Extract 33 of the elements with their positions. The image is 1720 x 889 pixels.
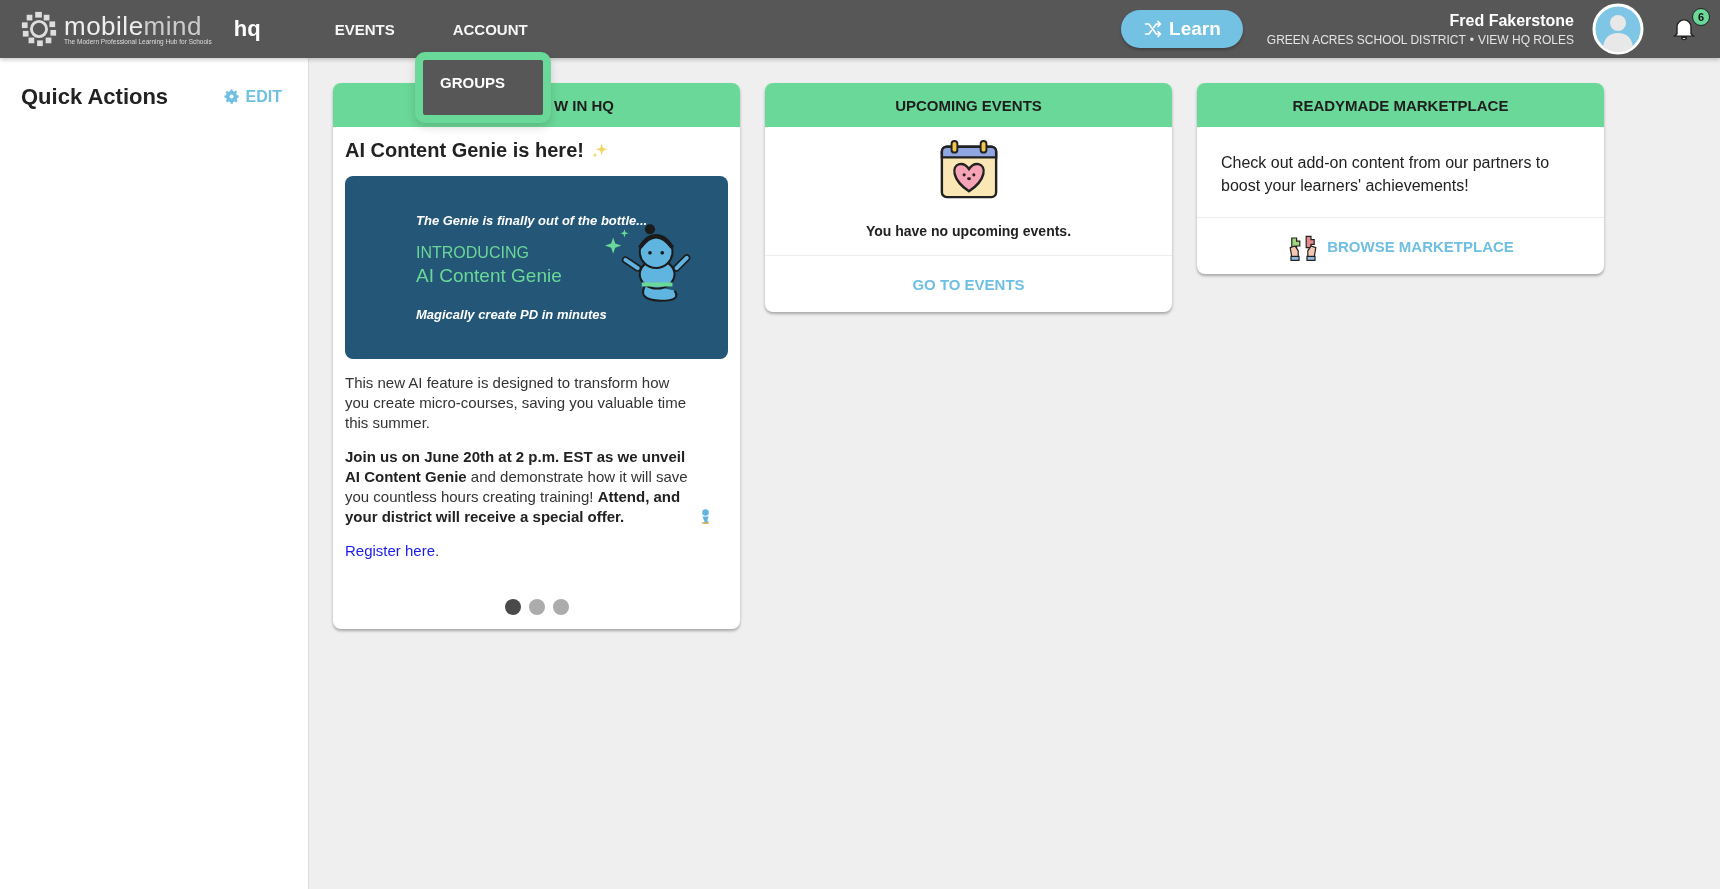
banner-subtitle: Magically create PD in minutes <box>416 307 608 322</box>
announcement-text: This new AI feature is designed to transform how you create micro-courses, saving you valuable time this summer. <box>345 373 687 433</box>
marketplace-description: Check out add-on content from our partners to boost your learners' achievements! <box>1221 153 1551 196</box>
logo-icon <box>20 10 58 48</box>
roles-link[interactable]: VIEW HQ ROLES <box>1477 32 1574 47</box>
district-name: GREEN ACRES SCHOOL DISTRICT <box>1266 32 1466 47</box>
carousel-dot[interactable] <box>504 599 521 615</box>
genie-icon <box>699 508 712 525</box>
avatar[interactable] <box>1592 3 1644 55</box>
gear-icon <box>221 87 241 106</box>
banner-tagline: The Genie is finally out of the bottle... <box>416 213 648 228</box>
separator-dot: • <box>1469 32 1474 47</box>
carousel-dot[interactable] <box>552 599 569 615</box>
logo-text: mobilemind <box>64 13 202 38</box>
nav-link[interactable]: EVENTS <box>334 16 395 42</box>
register-text: Register here. <box>345 541 441 561</box>
card-header-text: W IN HQ <box>554 96 614 114</box>
notification-badge: 6 <box>1692 8 1710 26</box>
card-header-text: READYMADE MARKETPLACE <box>1292 96 1509 114</box>
shuffle-icon <box>1143 19 1164 39</box>
banner-title: AI Content Genie <box>416 265 563 287</box>
nav-link[interactable]: ACCOUNT <box>452 16 528 42</box>
announcement-text: Join us on June 20th at 2 p.m. EST as we unveil AI Content Genie and demonstrate how it will save you countless hours creating training! Attend, and your district will receive a special offer. <box>345 447 689 527</box>
sidebar-title: Quick Actions <box>21 84 169 110</box>
user-name: Fred Fakerstone <box>1449 11 1574 30</box>
register-link[interactable]: Register here <box>345 542 436 559</box>
product-label: hq <box>233 16 261 42</box>
banner-kicker: INTRODUCING <box>416 244 530 262</box>
carousel-dot[interactable] <box>528 599 545 615</box>
card-header-text: UPCOMING EVENTS <box>895 96 1042 114</box>
announcement-title: AI Content Genie is here! <box>345 139 584 162</box>
empty-events-message: You have no upcoming events. <box>865 223 1072 239</box>
menu-item[interactable]: GROUPS <box>440 74 505 91</box>
